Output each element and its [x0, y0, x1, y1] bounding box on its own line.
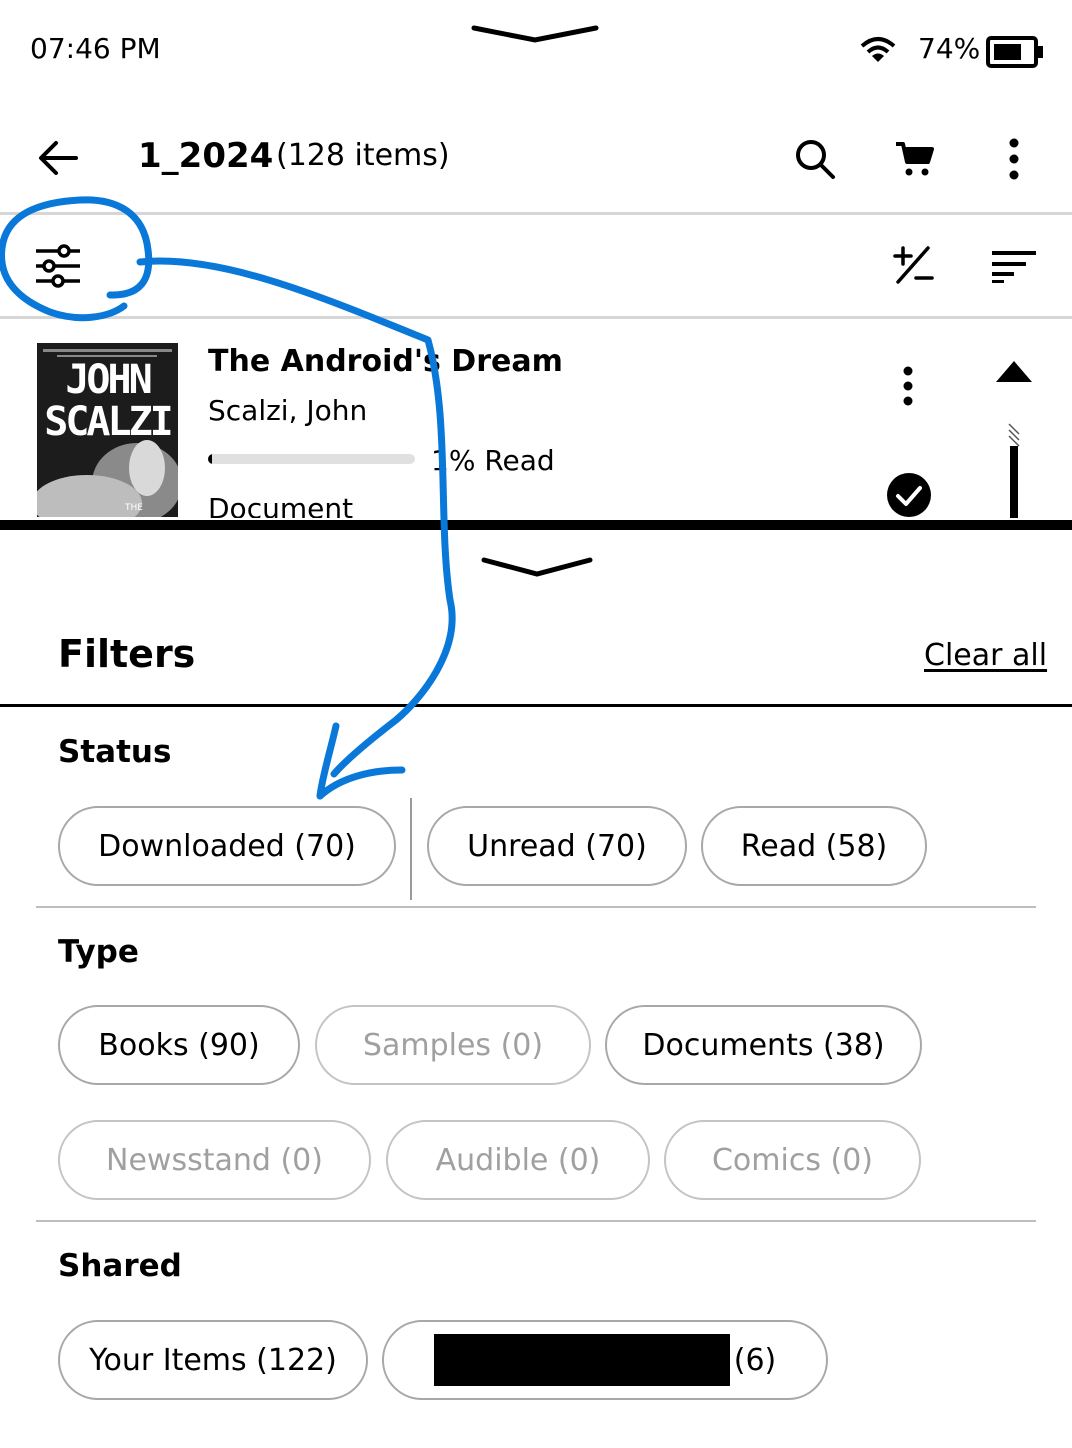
book-author: Scalzi, John	[208, 394, 368, 427]
chip-shared-redacted[interactable]: (6)	[382, 1320, 828, 1400]
reading-progress-bar	[208, 454, 415, 464]
chip-downloaded[interactable]: Downloaded (70)	[58, 806, 396, 886]
scroll-up-icon[interactable]	[994, 358, 1034, 386]
book-more-icon[interactable]	[900, 366, 916, 406]
status-divider	[36, 906, 1036, 908]
chip-comics: Comics (0)	[664, 1120, 921, 1200]
cover-small-text: THE	[125, 503, 143, 513]
redaction-block	[433, 1334, 730, 1386]
status-time: 07:46 PM	[30, 32, 161, 65]
collapse-handle-icon[interactable]	[480, 554, 594, 580]
book-title[interactable]: The Android's Dream	[208, 344, 563, 379]
collection-title: 1_2024	[138, 136, 274, 176]
chip-books[interactable]: Books (90)	[58, 1005, 300, 1085]
filter-sliders-icon[interactable]	[34, 244, 82, 288]
chip-read[interactable]: Read (58)	[701, 806, 927, 886]
book-type: Document	[208, 492, 354, 518]
pull-down-handle-icon[interactable]	[470, 22, 600, 48]
plus-minus-icon[interactable]	[892, 244, 936, 286]
toolbar-divider	[0, 316, 1072, 319]
annotation-arrow-head-b	[316, 766, 406, 800]
back-arrow-icon[interactable]	[36, 138, 80, 178]
book-cover[interactable]: JOHN SCALZI THE	[37, 343, 178, 517]
chip-samples: Samples (0)	[315, 1005, 591, 1085]
more-vert-icon[interactable]	[1006, 138, 1022, 180]
clear-all-link[interactable]: Clear all	[924, 638, 1047, 673]
chip-documents[interactable]: Documents (38)	[605, 1005, 922, 1085]
status-section-title: Status	[58, 734, 172, 770]
shared-section-title: Shared	[58, 1248, 182, 1284]
filters-title: Filters	[58, 632, 196, 676]
filters-divider	[0, 704, 1072, 707]
scrollbar-thumb[interactable]	[1004, 420, 1024, 520]
chip-your-items[interactable]: Your Items (122)	[58, 1320, 368, 1400]
annotation-overlay	[0, 196, 456, 800]
reading-progress-label: 1% Read	[431, 444, 555, 477]
search-icon[interactable]	[794, 138, 836, 180]
chip-newsstand: Newsstand (0)	[58, 1120, 371, 1200]
cover-title: JOHN SCALZI	[44, 357, 174, 445]
filter-sheet-edge	[0, 520, 1072, 530]
battery-icon	[986, 36, 1043, 68]
downloaded-check-icon	[887, 473, 931, 517]
collection-item-count: (128 items)	[276, 138, 450, 173]
chip-shared-count: (6)	[733, 1342, 777, 1378]
battery-percent: 74%	[918, 32, 981, 65]
wifi-icon	[860, 37, 896, 62]
type-section-title: Type	[58, 934, 139, 970]
annotation-arrow-head-a	[316, 722, 340, 800]
chip-group-divider	[410, 798, 412, 900]
chip-unread[interactable]: Unread (70)	[427, 806, 687, 886]
sort-icon[interactable]	[990, 248, 1038, 284]
cart-icon[interactable]	[894, 140, 936, 178]
chip-audible: Audible (0)	[386, 1120, 650, 1200]
header-divider	[0, 212, 1072, 215]
type-divider	[36, 1220, 1036, 1222]
